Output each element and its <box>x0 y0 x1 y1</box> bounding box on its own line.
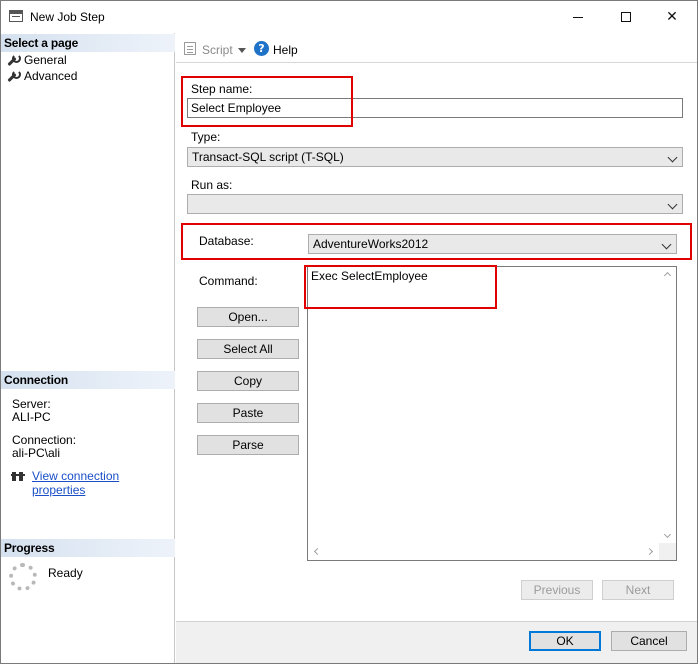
parse-button[interactable]: Parse <box>197 435 299 455</box>
cancel-button[interactable]: Cancel <box>611 631 687 651</box>
help-button[interactable]: Help <box>273 43 298 57</box>
scroll-left-icon[interactable] <box>313 547 322 556</box>
chevron-down-icon <box>667 199 678 210</box>
database-select[interactable]: AdventureWorks2012 <box>308 234 677 254</box>
scroll-corner <box>659 543 676 560</box>
type-select-value: Transact-SQL script (T-SQL) <box>192 150 344 164</box>
new-job-step-dialog: New Job Step ✕ Select a page General Adv… <box>0 0 698 664</box>
connection-label: Connection: <box>12 433 77 447</box>
scroll-down-icon[interactable] <box>663 530 672 539</box>
page-item-general[interactable]: General <box>6 52 67 68</box>
minimize-button[interactable] <box>555 1 601 33</box>
ok-button[interactable]: OK <box>529 631 601 651</box>
page-item-advanced[interactable]: Advanced <box>6 68 77 84</box>
window-icon <box>9 10 23 22</box>
connection-plug-icon <box>11 470 25 482</box>
chevron-down-icon <box>667 152 678 163</box>
command-label: Command: <box>199 274 258 288</box>
select-page-heading: Select a page <box>1 34 175 52</box>
maximize-icon <box>621 12 631 22</box>
scroll-right-icon[interactable] <box>645 547 654 556</box>
horizontal-scrollbar[interactable] <box>308 543 659 560</box>
database-label: Database: <box>199 234 254 248</box>
type-select[interactable]: Transact-SQL script (T-SQL) <box>187 147 683 167</box>
paste-button[interactable]: Paste <box>197 403 299 423</box>
type-label: Type: <box>191 130 221 144</box>
wrench-icon <box>6 54 21 66</box>
minimize-icon <box>573 16 583 18</box>
toolbar: Script ? Help <box>176 33 697 63</box>
window-title: New Job Step <box>30 10 105 24</box>
title-bar: New Job Step ✕ <box>1 1 697 33</box>
select-all-button[interactable]: Select All <box>197 339 299 359</box>
maximize-button[interactable] <box>603 1 649 33</box>
step-name-label: Step name: <box>191 82 253 96</box>
scroll-up-icon[interactable] <box>663 271 672 280</box>
script-button[interactable]: Script <box>202 43 233 57</box>
server-value: ALI-PC <box>12 410 51 424</box>
connection-value: ali-PC\ali <box>12 446 61 460</box>
script-dropdown-icon[interactable] <box>238 48 246 53</box>
wrench-icon <box>6 70 21 82</box>
step-name-input[interactable]: Select Employee <box>187 98 683 118</box>
command-textarea[interactable]: Exec SelectEmployee <box>307 266 677 561</box>
run-as-select[interactable] <box>187 194 683 214</box>
progress-heading: Progress <box>1 539 175 557</box>
chevron-down-icon <box>661 239 672 250</box>
script-icon <box>184 42 196 55</box>
progress-spinner-icon <box>9 563 37 591</box>
connection-heading: Connection <box>1 371 175 389</box>
page-item-label: Advanced <box>24 69 78 83</box>
next-button[interactable]: Next <box>602 580 674 600</box>
close-button[interactable]: ✕ <box>649 1 695 33</box>
open-button[interactable]: Open... <box>197 307 299 327</box>
previous-button[interactable]: Previous <box>521 580 593 600</box>
view-connection-properties-link[interactable]: View connection properties <box>32 469 174 497</box>
vertical-scrollbar[interactable] <box>659 267 676 543</box>
page-item-label: General <box>24 53 67 67</box>
server-label: Server: <box>12 397 51 411</box>
help-icon: ? <box>254 41 269 56</box>
progress-status: Ready <box>48 566 83 580</box>
command-text: Exec SelectEmployee <box>311 269 428 283</box>
close-icon: ✕ <box>666 9 678 25</box>
copy-button[interactable]: Copy <box>197 371 299 391</box>
run-as-label: Run as: <box>191 178 233 192</box>
database-select-value: AdventureWorks2012 <box>313 237 429 251</box>
